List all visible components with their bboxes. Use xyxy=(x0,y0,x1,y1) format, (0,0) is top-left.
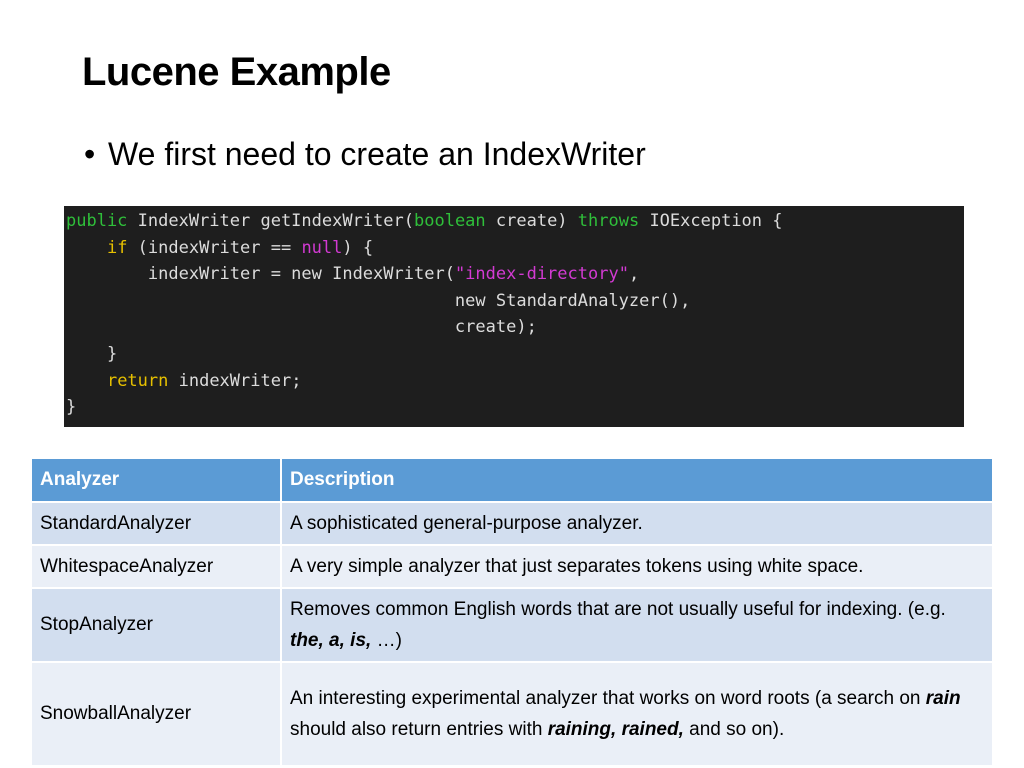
code-token: throws xyxy=(577,211,640,231)
code-token: create) xyxy=(485,211,578,231)
code-token: } xyxy=(66,397,77,418)
emphasis-text: rain xyxy=(925,688,961,709)
code-screenshot: public IndexWriter getIndexWriter(boolea… xyxy=(64,206,964,427)
analyzer-table: Analyzer Description StandardAnalyzer A … xyxy=(30,457,994,767)
table-row: WhitespaceAnalyzer A very simple analyze… xyxy=(30,544,994,589)
description-text: A very simple analyzer that just separat… xyxy=(290,556,864,577)
description-text: should also return entries with xyxy=(290,719,548,740)
code-token: , xyxy=(628,264,640,285)
code-token: null xyxy=(301,237,343,258)
code-line: return indexWriter; xyxy=(66,368,964,395)
description-text: An interesting experimental analyzer tha… xyxy=(290,688,926,709)
bullet-item: • We first need to create an IndexWriter xyxy=(84,136,646,173)
description-text: and so on). xyxy=(683,719,785,740)
analyzer-name: SnowballAnalyzer xyxy=(30,661,282,767)
code-line: } xyxy=(66,394,964,421)
analyzer-description: Removes common English words that are no… xyxy=(280,587,994,663)
slide-title: Lucene Example xyxy=(82,50,391,94)
analyzer-name: WhitespaceAnalyzer xyxy=(30,544,282,589)
code-token: public xyxy=(66,211,128,231)
table-row: SnowballAnalyzer An interesting experime… xyxy=(30,661,994,767)
code-token: "index-directory" xyxy=(454,264,629,285)
code-line: new StandardAnalyzer(), xyxy=(66,288,964,315)
analyzer-name: StandardAnalyzer xyxy=(30,501,282,546)
table-header-row: Analyzer Description xyxy=(30,457,994,503)
code-token: boolean xyxy=(414,211,486,231)
description-text: A sophisticated general-purpose analyzer… xyxy=(290,513,643,534)
code-token: indexWriter; xyxy=(168,370,302,391)
bullet-text: We first need to create an IndexWriter xyxy=(108,136,646,172)
column-header-analyzer: Analyzer xyxy=(30,457,282,503)
code-token: (indexWriter == xyxy=(127,237,302,258)
code-token: IndexWriter getIndexWriter( xyxy=(127,211,414,231)
table-row: StopAnalyzer Removes common English word… xyxy=(30,587,994,663)
bullet-icon: • xyxy=(84,136,96,172)
emphasis-text: the, a, is, xyxy=(290,630,372,651)
code-line: create); xyxy=(66,314,964,341)
description-text: Removes common English words that are no… xyxy=(290,599,946,620)
code-token: if xyxy=(106,237,128,258)
code-token: IOException { xyxy=(639,211,783,231)
column-header-description: Description xyxy=(280,457,994,503)
code-token: return xyxy=(106,370,169,391)
code-token: indexWriter = new IndexWriter( xyxy=(66,264,455,285)
analyzer-description: A very simple analyzer that just separat… xyxy=(280,544,994,589)
code-token: } xyxy=(66,343,118,364)
code-token: new StandardAnalyzer(), xyxy=(66,290,691,311)
code-token: ) { xyxy=(342,237,374,258)
code-line: public IndexWriter getIndexWriter(boolea… xyxy=(66,208,964,235)
analyzer-description: An interesting experimental analyzer tha… xyxy=(280,661,994,767)
table-row: StandardAnalyzer A sophisticated general… xyxy=(30,501,994,546)
code-token: create); xyxy=(66,317,537,338)
description-text: …) xyxy=(371,630,402,651)
code-line: } xyxy=(66,341,964,368)
emphasis-text: raining, rained, xyxy=(547,719,684,740)
analyzer-name: StopAnalyzer xyxy=(30,587,282,663)
analyzer-description: A sophisticated general-purpose analyzer… xyxy=(280,501,994,546)
code-line: if (indexWriter == null) { xyxy=(66,235,964,262)
code-line: indexWriter = new IndexWriter("index-dir… xyxy=(66,261,964,288)
